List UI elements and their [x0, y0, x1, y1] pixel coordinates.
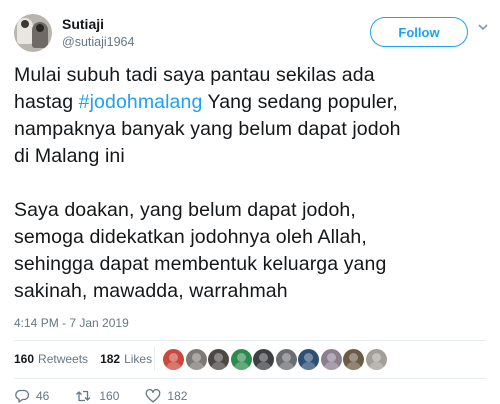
- tweet-line: semoga didekatkan jodohnya oleh Allah,: [14, 226, 367, 248]
- stats-separator: [154, 347, 156, 371]
- follow-button[interactable]: Follow: [370, 17, 468, 47]
- hashtag-link[interactable]: #jodohmalang: [79, 91, 203, 113]
- tweet-line: Yang sedang populer,: [202, 91, 398, 113]
- chevron-down-icon[interactable]: [478, 22, 488, 32]
- user-handle[interactable]: @sutiaji1964: [62, 35, 134, 49]
- tweet-actions: 46 160 182: [14, 388, 213, 404]
- liker-avatar-6[interactable]: [275, 348, 297, 370]
- tweet-line: sakinah, mawadda, warrahmah: [14, 280, 288, 302]
- liker-avatar-9[interactable]: [343, 348, 365, 370]
- reply-icon: [15, 389, 30, 403]
- timestamp[interactable]: 4:14 PM - 7 Jan 2019: [14, 316, 129, 330]
- reply-count: 46: [36, 389, 50, 403]
- liker-avatar-7[interactable]: [298, 348, 320, 370]
- likes-count[interactable]: 182: [100, 352, 120, 366]
- tweet-line: sehingga dapat membentuk keluarga yang: [14, 253, 387, 275]
- liker-avatar-2[interactable]: [185, 348, 207, 370]
- liker-avatar-10[interactable]: [365, 348, 387, 370]
- tweet-header: Sutiaji @sutiaji1964 Follow: [14, 14, 488, 54]
- tweet-line: Mulai subuh tadi saya pantau sekilas ada: [14, 64, 375, 86]
- engagement-stats: 160 Retweets 182 Likes: [14, 346, 388, 372]
- divider: [14, 378, 486, 379]
- like-button[interactable]: 182: [145, 389, 187, 403]
- heart-icon: [146, 389, 161, 403]
- liker-avatars: [163, 348, 388, 370]
- retweet-count: 160: [99, 389, 120, 403]
- like-count: 182: [167, 389, 188, 403]
- retweets-count[interactable]: 160: [14, 352, 34, 366]
- liker-avatar-8[interactable]: [320, 348, 342, 370]
- liker-avatar-4[interactable]: [230, 348, 252, 370]
- tweet-line: Saya doakan, yang belum dapat jodoh,: [14, 199, 356, 221]
- retweet-icon: [76, 390, 91, 402]
- avatar[interactable]: [14, 14, 52, 52]
- tweet-line: hastag: [14, 91, 79, 113]
- divider: [14, 340, 486, 341]
- tweet-line: di Malang ini: [14, 145, 125, 167]
- retweets-label[interactable]: Retweets: [38, 352, 88, 366]
- retweet-button[interactable]: 160: [75, 389, 119, 403]
- reply-button[interactable]: 46: [14, 389, 49, 403]
- tweet-line: nampaknya banyak yang belum dapat jodoh: [14, 118, 401, 140]
- liker-avatar-5[interactable]: [253, 348, 275, 370]
- liker-avatar-3[interactable]: [208, 348, 230, 370]
- likes-label[interactable]: Likes: [124, 352, 152, 366]
- tweet-text: Mulai subuh tadi saya pantau sekilas ada…: [14, 62, 490, 305]
- liker-avatar-1[interactable]: [163, 348, 185, 370]
- user-name[interactable]: Sutiaji: [62, 16, 104, 32]
